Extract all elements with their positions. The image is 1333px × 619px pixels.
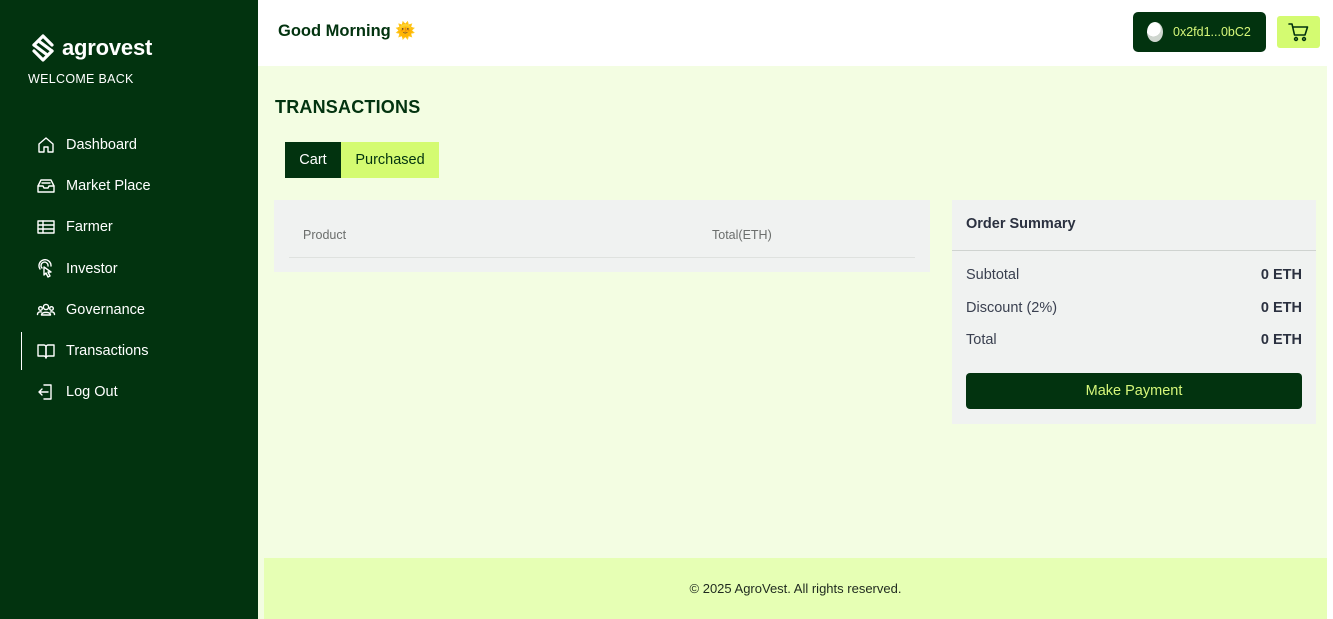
sidebar-nav: Dashboard Market Place Farmer Investor G… xyxy=(0,124,258,413)
logout-icon xyxy=(38,384,52,401)
inbox-icon xyxy=(37,179,55,193)
scrollbar-track[interactable] xyxy=(1327,66,1333,619)
subtotal-label: Subtotal xyxy=(966,267,1020,283)
agrovest-logo-icon xyxy=(32,34,54,62)
sidebar: agrovest WELCOME BACK Dashboard Market P… xyxy=(0,0,258,619)
column-header-total-eth: Total(ETH) xyxy=(712,228,772,242)
top-bar: Good Morning 🌞 0x2fd1...0bC2 xyxy=(258,0,1333,66)
make-payment-button[interactable]: Make Payment xyxy=(966,373,1302,409)
transaction-tabs: Cart Purchased xyxy=(285,142,439,178)
wallet-button[interactable]: 0x2fd1...0bC2 xyxy=(1133,12,1266,52)
tab-cart[interactable]: Cart xyxy=(285,142,341,178)
sidebar-item-label: Farmer xyxy=(66,219,113,236)
wallet-address: 0x2fd1...0bC2 xyxy=(1173,25,1251,39)
order-summary-panel: Order Summary Subtotal 0 ETH Discount (2… xyxy=(952,200,1316,424)
page-title: TRANSACTIONS xyxy=(275,97,421,117)
brand-name: agrovest xyxy=(62,35,153,60)
sidebar-item-label: Market Place xyxy=(66,177,151,194)
pointer-icon xyxy=(38,258,52,278)
sidebar-item-market-place[interactable]: Market Place xyxy=(0,165,258,206)
discount-label: Discount (2%) xyxy=(966,300,1058,316)
sidebar-item-farmer[interactable]: Farmer xyxy=(0,207,258,248)
sidebar-item-log-out[interactable]: Log Out xyxy=(0,372,258,413)
order-summary-title: Order Summary xyxy=(966,216,1076,232)
cart-button[interactable] xyxy=(1277,16,1320,48)
cart-products-table: Product Total(ETH) xyxy=(274,200,930,272)
home-icon xyxy=(38,136,54,153)
column-header-product: Product xyxy=(303,228,347,242)
sidebar-item-label: Investor xyxy=(66,260,118,277)
summary-divider xyxy=(952,250,1316,251)
sidebar-item-label: Dashboard xyxy=(66,136,137,153)
sidebar-item-label: Log Out xyxy=(66,384,118,401)
wallet-avatar xyxy=(1147,22,1163,42)
cart-icon xyxy=(1287,23,1308,42)
table-icon xyxy=(37,220,55,234)
subtotal-row: Subtotal 0 ETH xyxy=(966,267,1302,283)
copyright-text: © 2025 AgroVest. All rights reserved. xyxy=(689,581,902,596)
footer: © 2025 AgroVest. All rights reserved. xyxy=(264,558,1327,619)
sidebar-item-label: Governance xyxy=(66,301,145,318)
sidebar-item-dashboard[interactable]: Dashboard xyxy=(0,124,258,165)
total-label: Total xyxy=(966,332,997,348)
greeting-text: Good Morning 🌞 xyxy=(278,22,416,40)
sidebar-item-governance[interactable]: Governance xyxy=(0,289,258,330)
welcome-text: WELCOME BACK xyxy=(28,72,134,86)
table-header-divider xyxy=(289,257,915,258)
subtotal-value: 0 ETH xyxy=(1260,267,1302,283)
discount-value: 0 ETH xyxy=(1260,300,1302,316)
total-value: 0 ETH xyxy=(1260,332,1302,348)
sidebar-item-transactions[interactable]: Transactions xyxy=(0,330,258,371)
book-icon xyxy=(37,344,55,359)
discount-row: Discount (2%) 0 ETH xyxy=(966,300,1302,316)
total-row: Total 0 ETH xyxy=(966,332,1302,348)
tab-purchased[interactable]: Purchased xyxy=(341,142,439,178)
sidebar-item-label: Transactions xyxy=(66,343,149,360)
users-icon xyxy=(36,303,56,316)
brand-logo[interactable]: agrovest xyxy=(28,33,152,63)
sidebar-item-investor[interactable]: Investor xyxy=(0,248,258,289)
